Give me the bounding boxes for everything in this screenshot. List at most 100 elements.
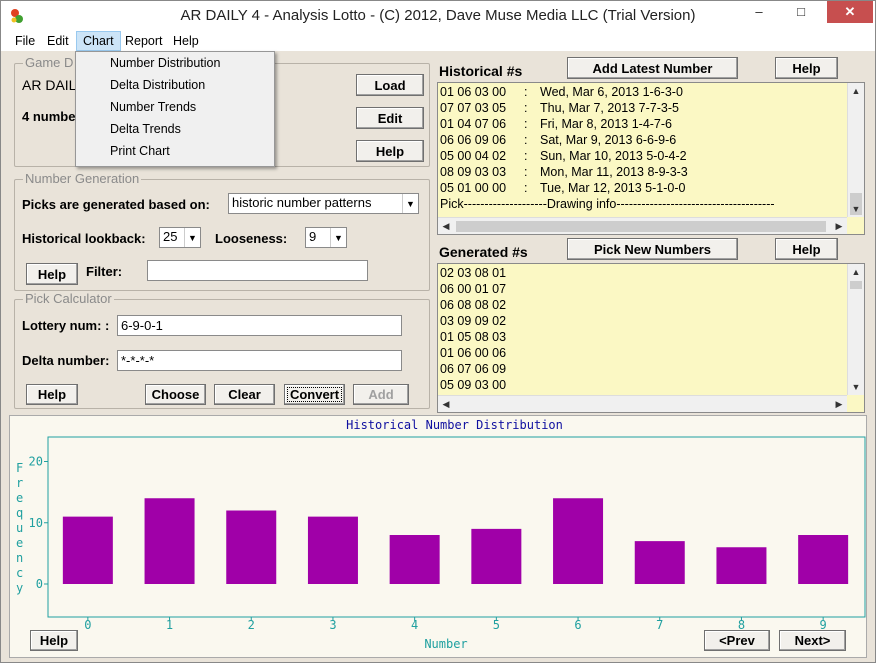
- historical-hscroll[interactable]: ◀ ▶: [438, 217, 847, 234]
- bar: [307, 516, 358, 584]
- picks-select-value: historic number patterns: [232, 195, 372, 210]
- scroll-down-icon[interactable]: ▼: [848, 379, 864, 395]
- history-nums: 05 00 04 02: [440, 149, 507, 163]
- history-sep: :: [524, 117, 528, 131]
- generated-vscroll[interactable]: ▲ ▼: [847, 264, 864, 395]
- generation-help-button[interactable]: Help: [26, 263, 78, 285]
- scroll-left-icon[interactable]: ◀: [438, 218, 454, 234]
- bar: [716, 547, 767, 584]
- chart-help-button[interactable]: Help: [30, 630, 78, 651]
- menu-item-number-trends[interactable]: Number Trends: [76, 96, 274, 118]
- list-item[interactable]: 01 04 07 06: Fri, Mar 8, 2013 1-4-7-6: [438, 116, 864, 132]
- menu-chart[interactable]: Chart: [76, 31, 121, 51]
- y-axis-label: Frequency: [16, 461, 23, 595]
- menu-edit[interactable]: Edit: [41, 31, 75, 51]
- historical-footer: Pick--------------------Drawing info----…: [440, 197, 775, 211]
- historical-vscroll[interactable]: ▲ ▼: [847, 83, 864, 217]
- list-item[interactable]: 06 00 01 07: [438, 281, 864, 297]
- history-nums: 01 04 07 06: [440, 117, 507, 131]
- list-item[interactable]: 08 09 03 03: Mon, Mar 11, 2013 8-9-3-3: [438, 164, 864, 180]
- bar: [226, 510, 277, 584]
- scroll-up-icon[interactable]: ▲: [848, 83, 864, 99]
- history-nums: 06 06 09 06: [440, 133, 507, 147]
- scroll-up-icon[interactable]: ▲: [848, 264, 864, 280]
- x-axis-label: Number: [424, 637, 467, 651]
- history-sep: :: [524, 101, 528, 115]
- load-button[interactable]: Load: [356, 74, 424, 96]
- menu-item-delta-distribution[interactable]: Delta Distribution: [76, 74, 274, 96]
- history-sep: :: [524, 165, 528, 179]
- looseness-label: Looseness:: [215, 231, 288, 246]
- historical-help-button[interactable]: Help: [775, 57, 838, 79]
- generated-hscroll[interactable]: ◀ ▶: [438, 395, 847, 412]
- history-sep: :: [524, 181, 528, 195]
- looseness-select-value: 9: [309, 229, 317, 244]
- list-item[interactable]: 01 05 08 03: [438, 329, 864, 345]
- pick-new-numbers-button[interactable]: Pick New Numbers: [567, 238, 738, 260]
- scroll-left-icon[interactable]: ◀: [438, 396, 454, 412]
- looseness-select[interactable]: 9 ▼: [305, 227, 347, 248]
- add-button[interactable]: Add: [353, 384, 409, 405]
- generated-list[interactable]: 02 03 08 01 06 00 01 07 06 08 08 02 03 09 0…: [437, 263, 865, 413]
- bar: [389, 535, 440, 584]
- list-item[interactable]: 01 06 00 06: [438, 345, 864, 361]
- list-item[interactable]: 05 09 03 00: [438, 377, 864, 393]
- prev-button[interactable]: <Prev: [704, 630, 770, 651]
- picks-label: Picks are generated based on:: [22, 197, 210, 212]
- bar: [471, 528, 522, 584]
- game-help-button[interactable]: Help: [356, 140, 424, 162]
- scroll-right-icon[interactable]: ▶: [831, 396, 847, 412]
- list-item[interactable]: 06 06 09 06: Sat, Mar 9, 2013 6-6-9-6: [438, 132, 864, 148]
- generated-help-button[interactable]: Help: [775, 238, 838, 260]
- delta-number-input[interactable]: [117, 350, 402, 371]
- list-item[interactable]: 03 09 09 02: [438, 313, 864, 329]
- next-button[interactable]: Next>: [779, 630, 846, 651]
- close-button[interactable]: ✕: [827, 1, 873, 23]
- lookback-select[interactable]: 25 ▼: [159, 227, 201, 248]
- bar: [634, 541, 685, 584]
- scroll-thumb[interactable]: [456, 221, 826, 232]
- clear-button[interactable]: Clear: [214, 384, 275, 405]
- picks-select[interactable]: historic number patterns ▼: [228, 193, 419, 214]
- list-item[interactable]: 05 01 00 00: Tue, Mar 12, 2013 5-1-0-0: [438, 180, 864, 196]
- menu-bar: File Edit Chart Report Help: [1, 31, 875, 51]
- list-item[interactable]: 02 03 08 01: [438, 265, 864, 281]
- add-latest-number-button[interactable]: Add Latest Number: [567, 57, 738, 79]
- lottery-num-label: Lottery num: :: [22, 318, 110, 333]
- delta-number-label: Delta number:: [22, 353, 110, 368]
- list-item[interactable]: 06 07 06 09: [438, 361, 864, 377]
- y-tick-label: 10: [29, 516, 43, 530]
- chart-panel: Historical Number Distribution 0 10 20 Fr e q u…: [9, 415, 867, 658]
- history-info: Tue, Mar 12, 2013 5-1-0-0: [540, 181, 686, 195]
- menu-file[interactable]: File: [9, 31, 41, 51]
- maximize-button[interactable]: □: [787, 1, 815, 23]
- lookback-select-value: 25: [163, 229, 178, 244]
- lottery-num-input[interactable]: [117, 315, 402, 336]
- scroll-thumb[interactable]: [850, 281, 862, 289]
- convert-button[interactable]: Convert: [284, 384, 345, 405]
- minimize-button[interactable]: –: [745, 1, 773, 23]
- edit-game-button[interactable]: Edit: [356, 107, 424, 129]
- list-item[interactable]: 07 07 03 05: Thu, Mar 7, 2013 7-7-3-5: [438, 100, 864, 116]
- history-info: Sun, Mar 10, 2013 5-0-4-2: [540, 149, 687, 163]
- bar: [144, 498, 195, 584]
- list-item[interactable]: 06 08 08 02: [438, 297, 864, 313]
- lookback-label: Historical lookback:: [22, 231, 146, 246]
- title-bar[interactable]: AR DAILY 4 - Analysis Lotto - (C) 2012, …: [1, 1, 875, 31]
- history-sep: :: [524, 149, 528, 163]
- scroll-down-icon[interactable]: ▼: [848, 201, 864, 217]
- list-item[interactable]: 01 06 03 00: Wed, Mar 6, 2013 1-6-3-0: [438, 84, 864, 100]
- historical-list[interactable]: 01 06 03 00: Wed, Mar 6, 2013 1-6-3-0 07 0…: [437, 82, 865, 235]
- menu-help[interactable]: Help: [167, 31, 205, 51]
- menu-item-number-distribution[interactable]: Number Distribution: [76, 52, 274, 74]
- menu-item-print-chart[interactable]: Print Chart: [76, 140, 274, 162]
- bar: [798, 535, 849, 584]
- chart-menu-dropdown: Number Distribution Delta Distribution N…: [75, 51, 275, 167]
- filter-input[interactable]: [147, 260, 368, 281]
- menu-item-delta-trends[interactable]: Delta Trends: [76, 118, 274, 140]
- scroll-right-icon[interactable]: ▶: [831, 218, 847, 234]
- choose-button[interactable]: Choose: [145, 384, 206, 405]
- calculator-help-button[interactable]: Help: [26, 384, 78, 405]
- menu-report[interactable]: Report: [119, 31, 169, 51]
- list-item[interactable]: 05 00 04 02: Sun, Mar 10, 2013 5-0-4-2: [438, 148, 864, 164]
